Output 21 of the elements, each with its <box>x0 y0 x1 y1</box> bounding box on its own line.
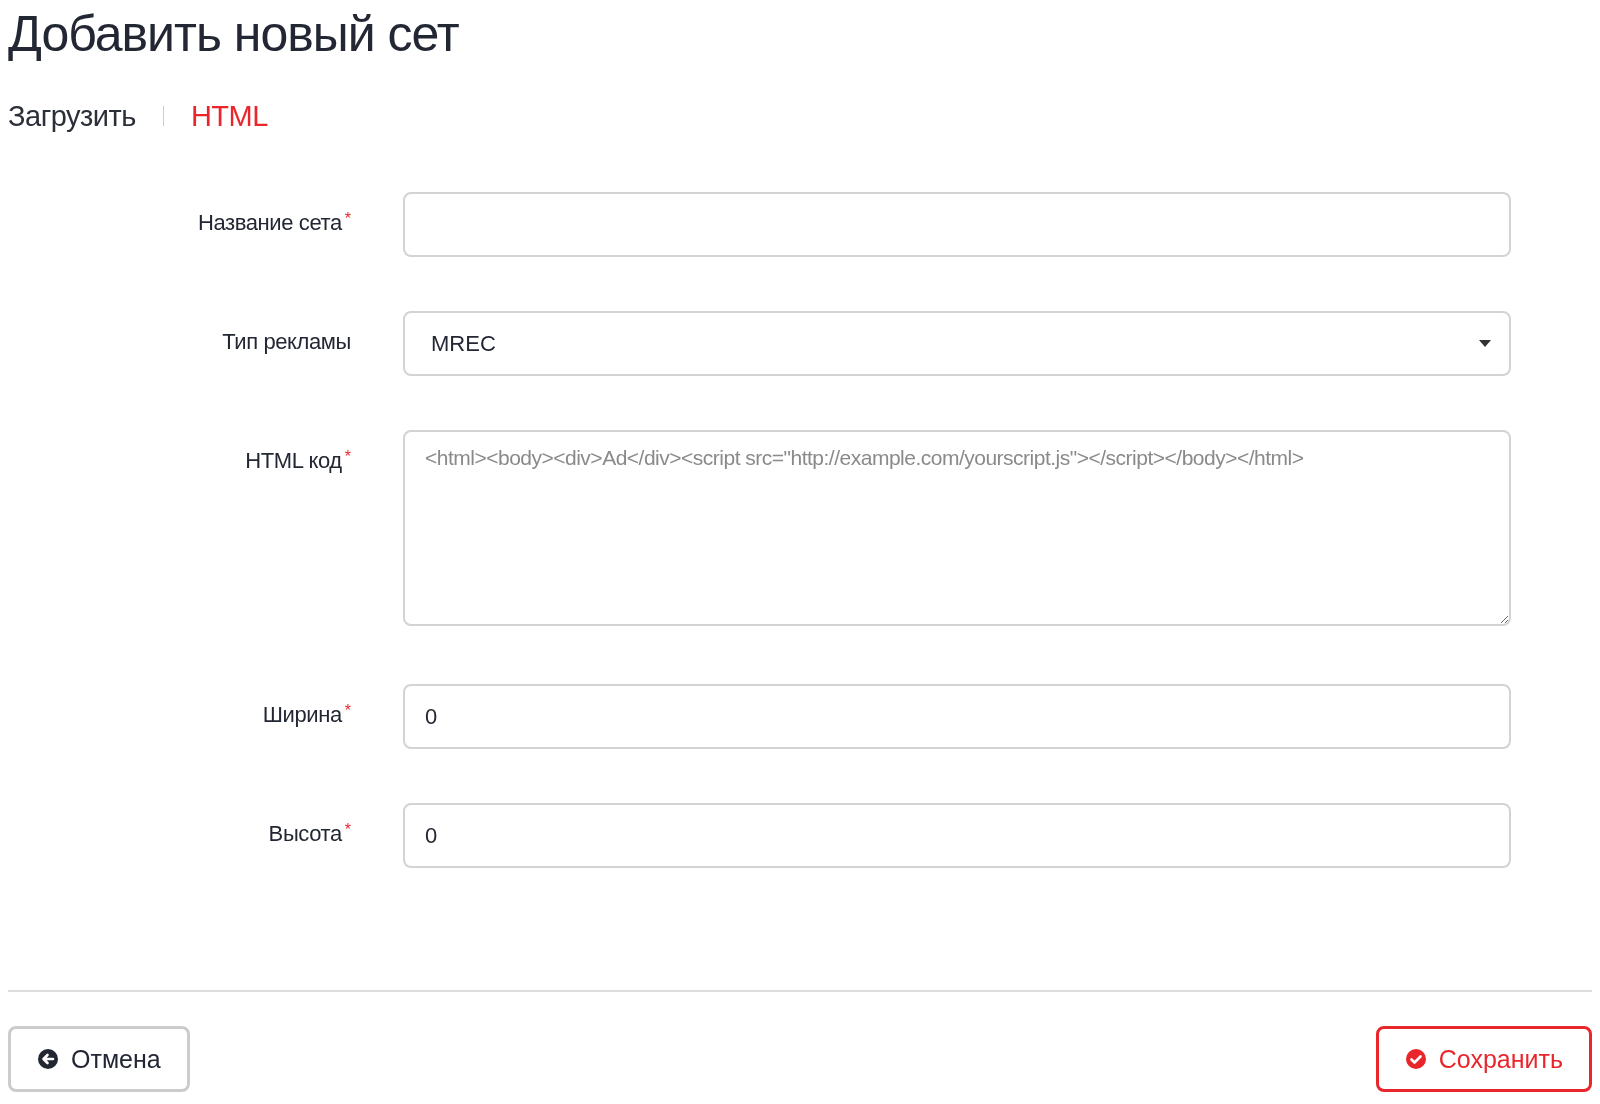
field-label: HTML код <box>245 448 342 473</box>
save-button[interactable]: Сохранить <box>1375 1026 1592 1092</box>
text-field[interactable] <box>403 192 1511 257</box>
text-field[interactable]: 0 <box>403 803 1511 868</box>
tab[interactable]: Загрузить <box>8 99 136 133</box>
required-mark: * <box>344 821 351 838</box>
field-label: Тип рекламы <box>222 329 351 354</box>
field-label: Высота <box>268 821 342 846</box>
select-field[interactable]: MREC <box>403 311 1511 376</box>
check-icon <box>1404 1048 1427 1070</box>
caret-icon <box>1479 340 1491 347</box>
field-label: Ширина <box>262 702 342 727</box>
tab[interactable]: HTML <box>190 99 268 133</box>
required-mark: * <box>344 448 351 465</box>
field-label: Название сета <box>197 210 342 235</box>
required-mark: * <box>344 210 351 227</box>
page-title: Добавить новый сет <box>8 5 460 64</box>
cancel-button[interactable]: Отмена <box>8 1026 190 1092</box>
code-field[interactable]: <html><body><div>Ad</div><script src="http://example.com/yourscript.js"></script></body></html> <box>403 430 1511 626</box>
text-field[interactable]: 0 <box>403 684 1511 749</box>
required-mark: * <box>344 702 351 719</box>
